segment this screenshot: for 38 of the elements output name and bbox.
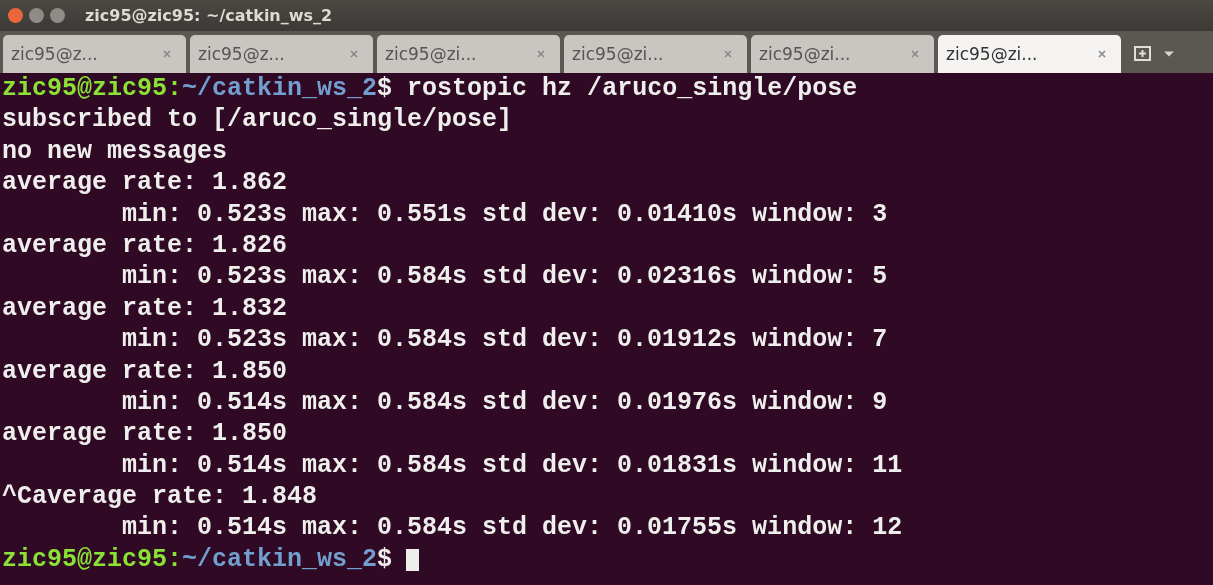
minimize-button[interactable]: [29, 8, 44, 23]
command-text: rostopic hz /aruco_single/pose: [407, 73, 858, 105]
prompt-symbol: $: [377, 73, 393, 105]
output-line: average rate: 1.850: [2, 418, 288, 450]
terminal-tab[interactable]: zic95@zi...: [377, 35, 560, 73]
output-line: min: 0.523s max: 0.584s std dev: 0.02316s window: 5: [121, 261, 888, 293]
close-icon[interactable]: [162, 49, 172, 59]
close-icon[interactable]: [349, 49, 359, 59]
close-icon[interactable]: [723, 49, 733, 59]
output-line: average rate: 1.832: [2, 292, 288, 325]
output-line: min: 0.514s max: 0.584s std dev: 0.01831s window: 11: [121, 449, 903, 482]
output-line: average rate: 1.850: [2, 355, 288, 387]
terminal-tab[interactable]: zic95@z...: [3, 35, 186, 73]
output-line: min: 0.523s max: 0.551s std dev: 0.01410s window: 3: [121, 198, 888, 230]
output-line: average rate: 1.862: [2, 167, 288, 199]
prompt-user: zic95@zic95:: [2, 543, 183, 576]
close-icon[interactable]: [910, 49, 920, 59]
prompt-user: zic95@zic95:: [2, 73, 183, 105]
new-tab-icon[interactable]: [1133, 44, 1153, 64]
terminal-tab[interactable]: zic95@zi...: [938, 35, 1121, 73]
prompt-path: ~/catkin_ws_2: [182, 543, 378, 576]
output-line: subscribed to [/aruco_single/pose]: [2, 104, 513, 136]
maximize-button[interactable]: [50, 8, 65, 23]
output-line: no new messages: [2, 135, 228, 168]
close-button[interactable]: [8, 8, 23, 23]
close-icon[interactable]: [536, 49, 546, 59]
output-line: average rate: 1.826: [2, 229, 288, 262]
prompt-path: ~/catkin_ws_2: [182, 73, 378, 105]
output-line: ^Caverage rate: 1.848: [2, 481, 318, 513]
terminal-tab[interactable]: zic95@z...: [190, 35, 373, 73]
prompt-symbol: $: [377, 543, 393, 576]
output-line: min: 0.514s max: 0.584s std dev: 0.01976s window: 9: [121, 386, 888, 419]
window-title: zic95@zic95: ~/catkin_ws_2: [85, 6, 333, 25]
output-line: min: 0.523s max: 0.584s std dev: 0.01912s window: 7: [121, 324, 888, 356]
close-icon[interactable]: [1097, 49, 1107, 59]
terminal-tab[interactable]: zic95@zi...: [751, 35, 934, 73]
terminal-tab[interactable]: zic95@zi...: [564, 35, 747, 73]
output-line: min: 0.514s max: 0.584s std dev: 0.01755s window: 12: [121, 512, 903, 544]
